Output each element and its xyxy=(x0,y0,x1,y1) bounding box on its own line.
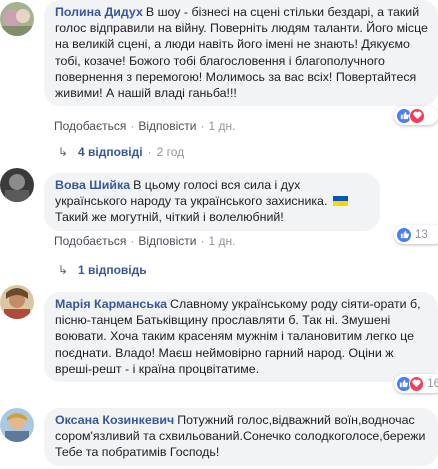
like-link[interactable]: Подобається xyxy=(54,119,126,133)
comment-time[interactable]: 1 дн. xyxy=(208,234,235,248)
separator-dot: · xyxy=(130,234,135,248)
avatar-polina[interactable] xyxy=(0,2,34,36)
separator-dot: · xyxy=(147,145,152,159)
replies-count-link[interactable]: 4 відповіді xyxy=(78,145,143,159)
comment-bubble: Полина Дидух В шоу - бізнесі на сцені сті… xyxy=(44,0,438,107)
separator-dot: · xyxy=(200,234,205,248)
like-link[interactable]: Подобається xyxy=(54,234,126,248)
comment-bubble: Оксана Козинкевич Потужний голос,відважни… xyxy=(44,408,438,466)
avatar-maria[interactable] xyxy=(0,285,34,319)
comment-author[interactable]: Вова Шийка xyxy=(55,178,130,192)
comment-bubble: Марія Карманська Славному українському ро… xyxy=(44,292,438,383)
reaction-count: 16 xyxy=(427,377,438,390)
avatar-vova[interactable] xyxy=(0,168,34,202)
comment-author[interactable]: Оксана Козинкевич xyxy=(55,413,174,427)
view-replies[interactable]: ↳ 1 відповідь xyxy=(58,263,147,277)
reaction-badge[interactable]: 16 xyxy=(394,374,438,393)
comment-actions: Подобається · Відповісти · 1 дн. xyxy=(54,119,235,133)
comment-time[interactable]: 1 дн. xyxy=(208,119,235,133)
comment-text: В шоу - бізнесі на сцені стільки бездарі… xyxy=(55,5,428,101)
reaction-badge[interactable]: 13 xyxy=(394,225,438,244)
ukraine-flag-emoji xyxy=(332,196,348,207)
replies-time: 2 год xyxy=(156,145,185,159)
reply-arrow-icon: ↳ xyxy=(58,145,69,159)
separator-dot: · xyxy=(130,119,135,133)
comment-author[interactable]: Полина Дидух xyxy=(55,5,143,19)
love-reaction-icon xyxy=(409,107,425,124)
reaction-count: 13 xyxy=(415,228,428,241)
reply-link[interactable]: Відповісти xyxy=(138,234,196,248)
replies-count-link[interactable]: 1 відповідь xyxy=(78,263,147,277)
reply-arrow-icon: ↳ xyxy=(58,263,69,277)
like-reaction-icon xyxy=(396,226,412,243)
love-reaction-icon xyxy=(408,375,425,392)
comment-author[interactable]: Марія Карманська xyxy=(55,297,167,311)
reaction-badge[interactable] xyxy=(394,106,438,125)
comment-actions: Подобається · Відповісти · 1 дн. xyxy=(54,234,235,248)
view-replies[interactable]: ↳ 4 відповіді · 2 год xyxy=(58,145,184,159)
reply-link[interactable]: Відповісти xyxy=(138,119,196,133)
comment-bubble: Вова Шийка В цьому голосі вся сила і дух … xyxy=(44,173,380,231)
separator-dot: · xyxy=(200,119,205,133)
comment-text-continued: Такий же могутній, чіткий і волелюбний! xyxy=(55,210,284,225)
avatar-oksana[interactable] xyxy=(0,408,34,442)
